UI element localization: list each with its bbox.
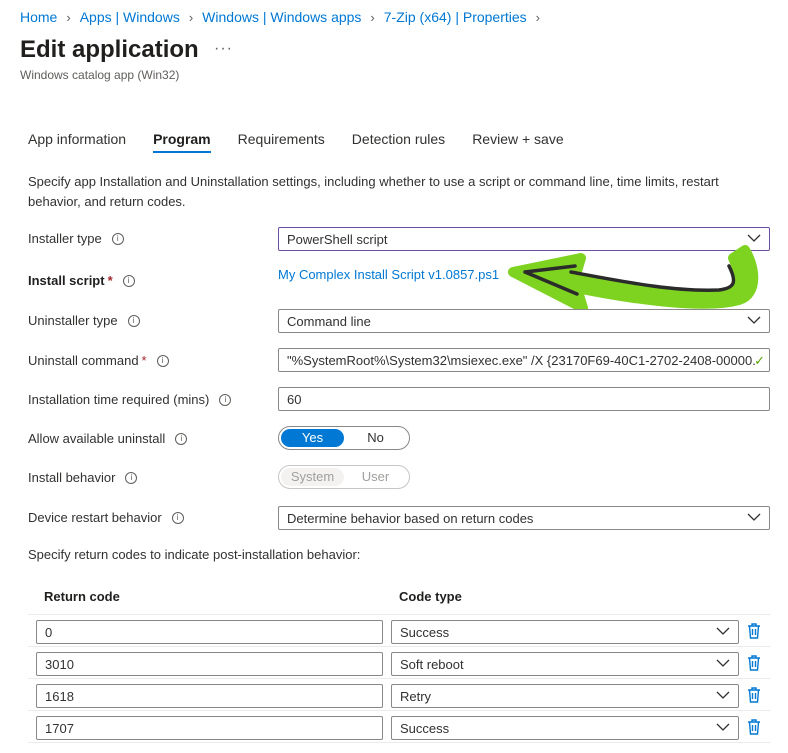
uninstall-command-label: Uninstall command * i xyxy=(28,353,169,368)
label-text: Uninstall command xyxy=(28,353,139,368)
code-type-dropdown[interactable]: Success xyxy=(391,620,739,644)
breadcrumb: Home › Apps | Windows › Windows | Window… xyxy=(20,9,549,25)
label-text: Allow available uninstall xyxy=(28,431,166,446)
info-icon[interactable]: i xyxy=(127,314,140,327)
toggle-user: User xyxy=(361,469,390,484)
info-icon[interactable]: i xyxy=(125,471,138,484)
dropdown-value: Command line xyxy=(287,313,371,329)
info-icon[interactable]: i xyxy=(156,354,169,367)
tab-requirements[interactable]: Requirements xyxy=(238,131,325,153)
info-icon[interactable]: i xyxy=(111,232,124,245)
chevron-right-icon: › xyxy=(535,9,541,25)
return-code-input[interactable]: 1618 xyxy=(36,684,383,708)
page-subtitle: Windows catalog app (Win32) xyxy=(20,68,180,82)
label-text: Installer type xyxy=(28,231,102,246)
label-text: Installation time required (mins) xyxy=(28,392,210,407)
page-title: Edit application xyxy=(20,36,199,63)
install-script-link[interactable]: My Complex Install Script v1.0857.ps1 xyxy=(278,267,499,282)
chevron-right-icon: › xyxy=(188,9,194,25)
label-text: Install behavior xyxy=(28,470,116,485)
input-value: 1618 xyxy=(45,688,74,704)
info-icon[interactable]: i xyxy=(175,432,188,445)
toggle-system: System xyxy=(281,468,344,486)
table-divider xyxy=(28,678,770,679)
table-divider xyxy=(28,646,770,647)
code-type-dropdown[interactable]: Success xyxy=(391,716,739,740)
delete-icon[interactable] xyxy=(746,718,762,736)
chevron-down-icon xyxy=(716,627,730,635)
return-code-input[interactable]: 3010 xyxy=(36,652,383,676)
uninstaller-type-dropdown[interactable]: Command line xyxy=(278,309,770,333)
chevron-right-icon: › xyxy=(370,9,375,25)
install-time-input[interactable]: 60 xyxy=(278,387,770,411)
column-header-code-type: Code type xyxy=(399,589,462,604)
install-script-label: Install script * i xyxy=(28,273,135,288)
label-text: Device restart behavior xyxy=(28,510,162,525)
return-code-input[interactable]: 1707 xyxy=(36,716,383,740)
info-icon[interactable]: i xyxy=(171,511,184,524)
tab-detection-rules[interactable]: Detection rules xyxy=(352,131,445,153)
breadcrumb-apps-windows[interactable]: Apps | Windows xyxy=(80,9,180,25)
column-header-return-code: Return code xyxy=(44,589,120,604)
code-type-dropdown[interactable]: Soft reboot xyxy=(391,652,739,676)
more-options-button[interactable]: ··· xyxy=(214,40,233,58)
info-icon[interactable]: i xyxy=(219,393,232,406)
table-divider xyxy=(28,710,770,711)
return-code-input[interactable]: 0 xyxy=(36,620,383,644)
return-codes-intro: Specify return codes to indicate post-in… xyxy=(28,547,361,562)
install-behavior-toggle: System User xyxy=(278,465,410,489)
table-divider xyxy=(28,742,770,743)
section-description: Specify app Installation and Uninstallat… xyxy=(28,174,719,209)
breadcrumb-windows-apps[interactable]: Windows | Windows apps xyxy=(202,9,361,25)
check-icon: ✓ xyxy=(754,353,765,368)
input-value: 3010 xyxy=(45,656,74,672)
breadcrumb-properties[interactable]: 7-Zip (x64) | Properties xyxy=(384,9,527,25)
restart-behavior-label: Device restart behavior i xyxy=(28,510,184,525)
label-text: Uninstaller type xyxy=(28,313,118,328)
input-value: 0 xyxy=(45,624,53,640)
install-behavior-label: Install behavior i xyxy=(28,470,138,485)
toggle-no[interactable]: No xyxy=(344,429,407,447)
installer-type-label: Installer type i xyxy=(28,231,124,246)
table-divider xyxy=(28,614,770,615)
restart-behavior-dropdown[interactable]: Determine behavior based on return codes xyxy=(278,506,770,530)
chevron-down-icon xyxy=(716,691,730,699)
toggle-yes[interactable]: Yes xyxy=(281,429,344,447)
code-type-dropdown[interactable]: Retry xyxy=(391,684,739,708)
uninstaller-type-label: Uninstaller type i xyxy=(28,313,140,328)
breadcrumb-home[interactable]: Home xyxy=(20,9,57,25)
uninstall-command-input[interactable]: "%SystemRoot%\System32\msiexec.exe" /X {… xyxy=(278,348,770,372)
install-time-label: Installation time required (mins) i xyxy=(28,392,232,407)
chevron-down-icon xyxy=(747,513,761,521)
allow-uninstall-label: Allow available uninstall i xyxy=(28,431,188,446)
required-marker: * xyxy=(141,353,147,368)
tab-program[interactable]: Program xyxy=(153,131,211,153)
label-text: Install script xyxy=(28,273,105,288)
dropdown-value: Success xyxy=(400,720,450,736)
allow-uninstall-toggle: Yes No xyxy=(278,426,410,450)
delete-icon[interactable] xyxy=(746,686,762,704)
chevron-right-icon: › xyxy=(66,9,71,25)
chevron-down-icon xyxy=(716,723,730,731)
tab-review-save[interactable]: Review + save xyxy=(472,131,563,153)
chevron-down-icon xyxy=(716,659,730,667)
dropdown-value: Retry xyxy=(400,688,432,704)
tab-app-information[interactable]: App information xyxy=(28,131,126,153)
input-value: 1707 xyxy=(45,720,74,736)
dropdown-value: Success xyxy=(400,624,450,640)
info-icon[interactable]: i xyxy=(122,274,135,287)
delete-icon[interactable] xyxy=(746,654,762,672)
required-marker: * xyxy=(107,273,113,288)
dropdown-value: Determine behavior based on return codes xyxy=(287,510,534,526)
input-value: 60 xyxy=(287,391,302,407)
chevron-down-icon xyxy=(747,316,761,324)
input-value: "%SystemRoot%\System32\msiexec.exe" /X {… xyxy=(287,352,757,368)
dropdown-value: Soft reboot xyxy=(400,656,464,672)
delete-icon[interactable] xyxy=(746,622,762,640)
wizard-tabs: App information Program Requirements Det… xyxy=(28,131,591,153)
